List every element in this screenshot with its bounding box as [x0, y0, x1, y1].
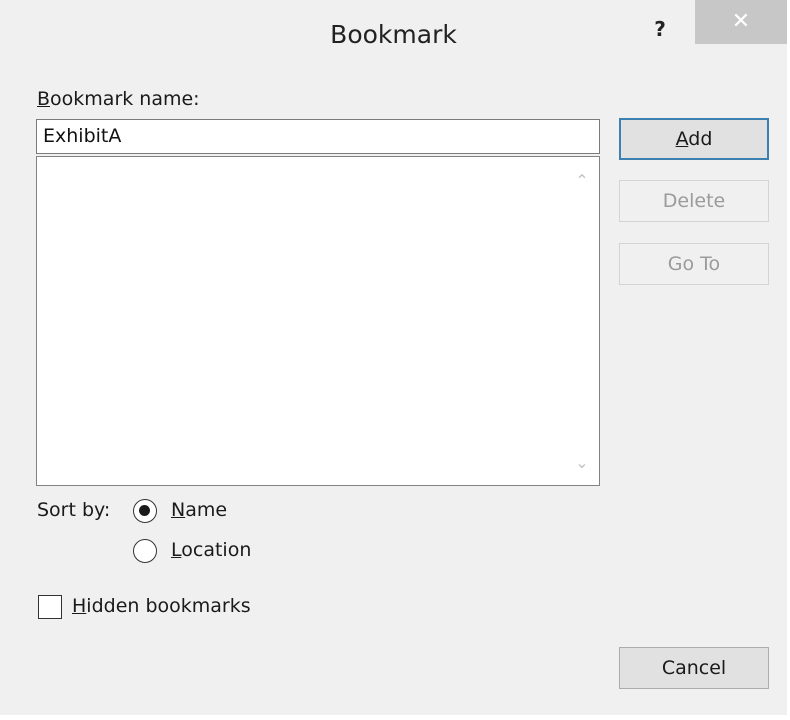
bookmark-name-label: Bookmark name:	[37, 88, 200, 110]
hidden-bookmarks-checkbox[interactable]	[38, 595, 62, 619]
bookmark-name-label-accel: B	[37, 88, 51, 110]
sort-name-rest: ame	[185, 499, 228, 521]
bookmark-dialog: Bookmark ? ✕ Bookmark name: ⌃ ⌄ Add Dele…	[0, 0, 790, 720]
go-to-button[interactable]: Go To	[619, 243, 769, 285]
hidden-bookmarks-accel: H	[72, 595, 87, 617]
scroll-up-icon[interactable]: ⌃	[565, 167, 599, 195]
bookmark-list[interactable]: ⌃ ⌄	[36, 156, 600, 486]
delete-button[interactable]: Delete	[619, 180, 769, 222]
close-button[interactable]: ✕	[695, 0, 787, 44]
add-button-accel: A	[675, 128, 689, 150]
sort-by-label: Sort by:	[37, 499, 111, 521]
help-icon[interactable]: ?	[645, 14, 675, 44]
hidden-bookmarks-label[interactable]: Hidden bookmarks	[72, 595, 251, 617]
list-scrollbar[interactable]: ⌃ ⌄	[565, 157, 599, 485]
add-button-rest: dd	[688, 128, 713, 150]
add-button[interactable]: Add	[619, 118, 769, 160]
cancel-button[interactable]: Cancel	[619, 647, 769, 689]
sort-location-rest: ocation	[181, 539, 252, 561]
bookmark-name-label-rest: ookmark name:	[50, 88, 200, 110]
bookmark-name-input[interactable]	[36, 119, 600, 154]
sort-location-radio[interactable]	[133, 539, 157, 563]
sort-name-radio[interactable]	[133, 499, 157, 523]
title-bar: Bookmark ? ✕	[0, 0, 787, 77]
hidden-bookmarks-rest: idden bookmarks	[86, 595, 251, 617]
close-icon: ✕	[731, 9, 751, 34]
sort-name-label[interactable]: Name	[171, 499, 227, 521]
scroll-down-icon[interactable]: ⌄	[565, 449, 599, 477]
sort-location-accel: L	[171, 539, 182, 561]
sort-location-label[interactable]: Location	[171, 539, 251, 561]
sort-name-accel: N	[171, 499, 186, 521]
radio-selected-dot	[139, 505, 150, 516]
